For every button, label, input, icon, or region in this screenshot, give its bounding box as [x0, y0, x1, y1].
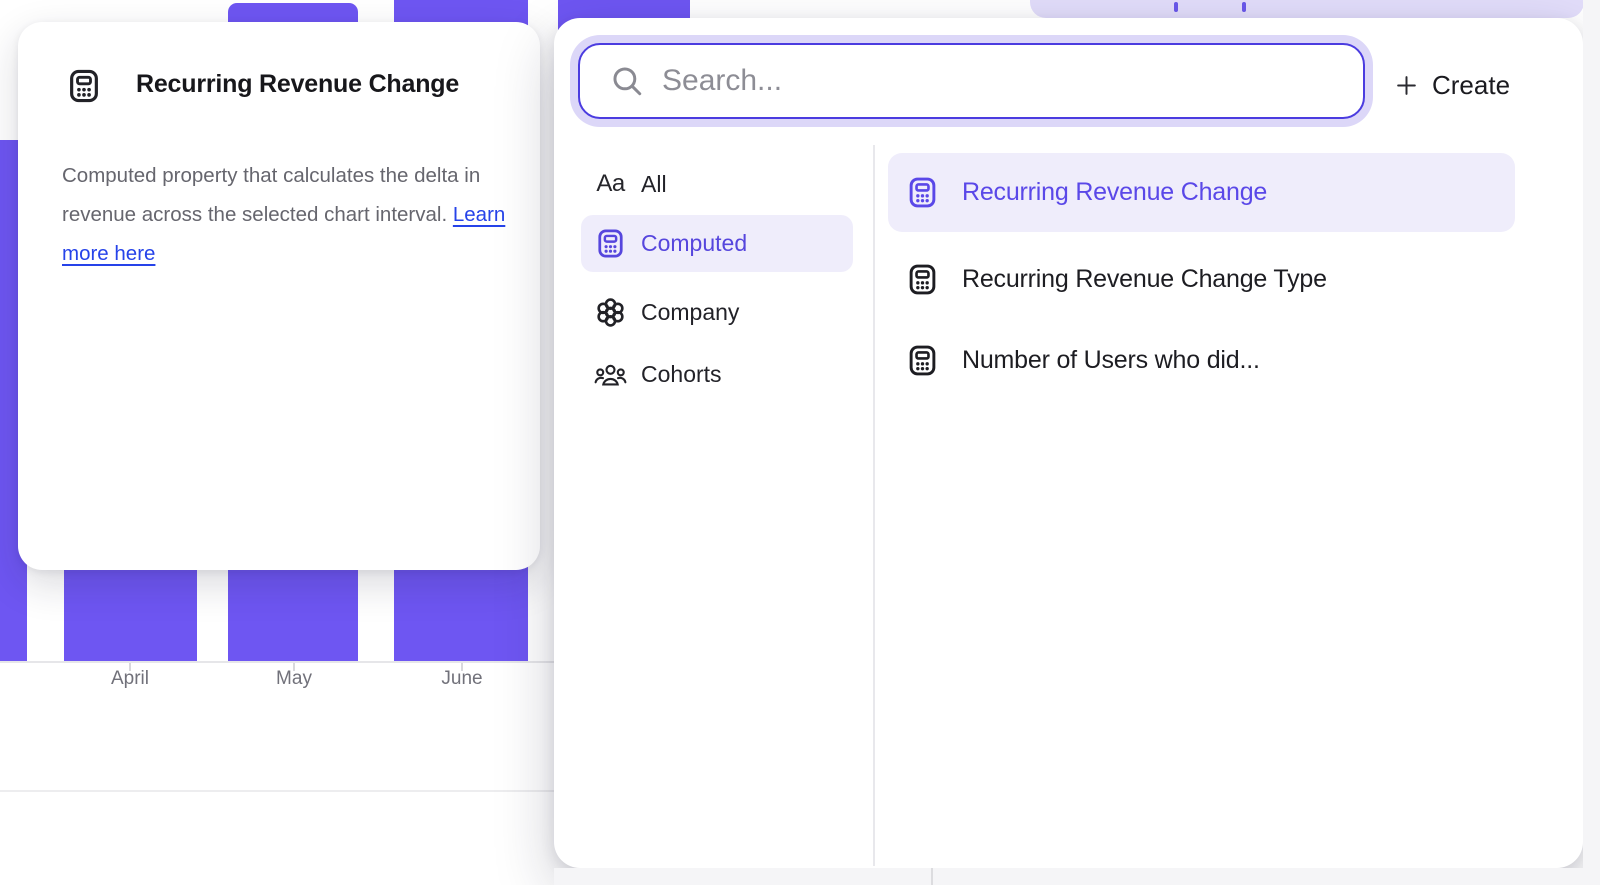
filter-item-all[interactable]: Aa All	[581, 156, 853, 212]
search-icon	[610, 64, 644, 98]
column-divider	[873, 145, 875, 866]
filter-item-cohorts[interactable]: Cohorts	[581, 346, 853, 402]
cut-text-fragment	[1174, 2, 1178, 12]
result-item-recurring-revenue-change[interactable]: Recurring Revenue Change	[888, 153, 1515, 232]
page-background-strip	[554, 868, 1600, 885]
search-input[interactable]	[662, 51, 1363, 111]
filter-label: Company	[641, 299, 739, 326]
filter-item-computed[interactable]: Computed	[581, 215, 853, 272]
page: April May June Recurring Revenue Change …	[0, 0, 1600, 885]
axis-label-april: April	[60, 668, 200, 690]
tooltip-description-text: Computed property that calculates the de…	[62, 164, 480, 226]
result-label: Recurring Revenue Change	[962, 178, 1267, 207]
calculator-icon	[65, 67, 103, 105]
filter-label: All	[641, 171, 667, 198]
company-icon	[594, 296, 627, 329]
filter-label: Cohorts	[641, 361, 722, 388]
axis-label-june: June	[392, 668, 532, 690]
plus-icon	[1394, 73, 1419, 98]
aa-icon: Aa	[594, 168, 627, 201]
page-panel-divider	[931, 868, 933, 885]
cohorts-icon	[594, 358, 627, 391]
tooltip-title: Recurring Revenue Change	[136, 70, 459, 99]
cut-text-fragment	[1242, 2, 1246, 12]
calculator-icon	[905, 175, 940, 210]
create-button-label: Create	[1432, 70, 1510, 101]
calculator-icon	[594, 227, 627, 260]
x-axis-line	[0, 661, 554, 663]
filter-item-company[interactable]: Company	[581, 284, 853, 340]
result-label: Recurring Revenue Change Type	[962, 265, 1327, 294]
property-picker-modal: Create Aa All Computed Company Cohorts R…	[554, 18, 1583, 868]
search-bar[interactable]	[578, 43, 1365, 119]
chart-bottom-divider	[0, 790, 554, 792]
result-label: Number of Users who did...	[962, 346, 1260, 375]
property-tooltip: Recurring Revenue Change Computed proper…	[18, 22, 540, 570]
page-background-strip	[1583, 0, 1600, 885]
calculator-icon	[905, 262, 940, 297]
tooltip-description: Computed property that calculates the de…	[62, 156, 544, 273]
result-item-recurring-revenue-change-type[interactable]: Recurring Revenue Change Type	[888, 245, 1515, 313]
filter-label: Computed	[641, 230, 747, 257]
result-item-number-of-users[interactable]: Number of Users who did...	[888, 326, 1515, 394]
axis-label-may: May	[224, 668, 364, 690]
create-button[interactable]: Create	[1394, 58, 1510, 112]
calculator-icon	[905, 343, 940, 378]
selected-property-pill[interactable]	[1030, 0, 1584, 18]
